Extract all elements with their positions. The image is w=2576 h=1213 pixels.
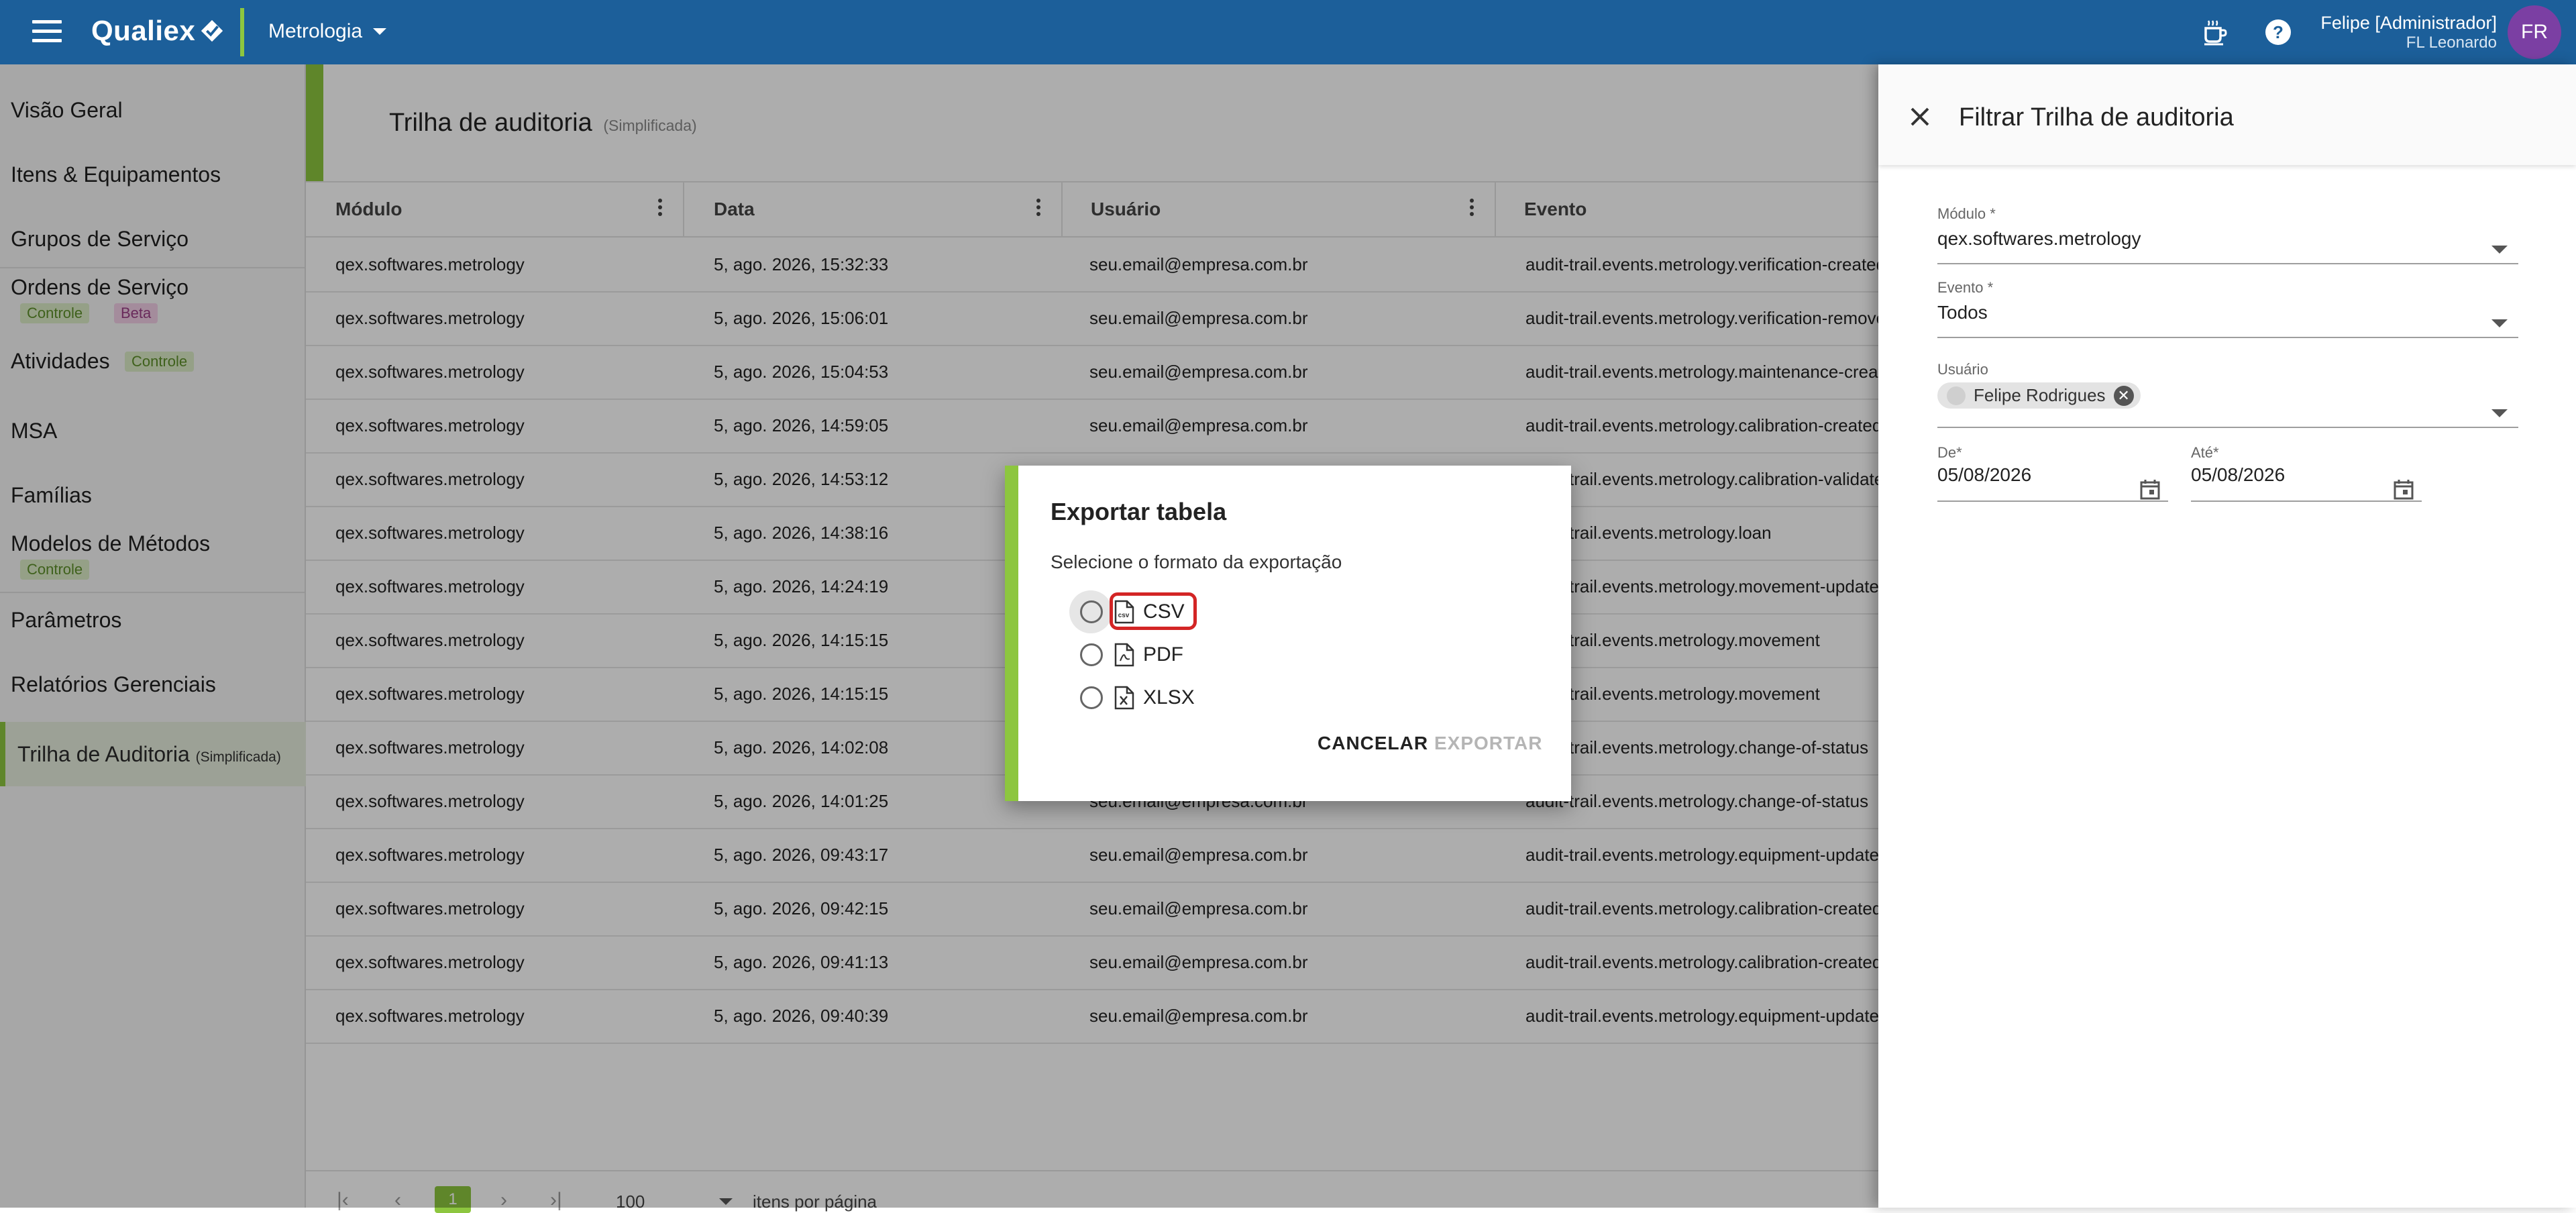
user-chip-label: Felipe Rodrigues bbox=[1974, 385, 2106, 405]
chip-remove-icon[interactable]: ✕ bbox=[2113, 385, 2134, 406]
svg-text:?: ? bbox=[2273, 22, 2284, 42]
chevron-down-icon bbox=[2491, 319, 2508, 327]
dialog-accent-bar bbox=[1005, 466, 1018, 801]
export-dialog: Exportar tabela Selecione o formato da e… bbox=[1005, 466, 1571, 801]
brand-divider bbox=[240, 8, 244, 56]
chevron-down-icon bbox=[2491, 409, 2508, 417]
pdf-radio[interactable] bbox=[1080, 643, 1103, 666]
calendar-icon[interactable] bbox=[2392, 478, 2415, 500]
date-to-label: Até* bbox=[2191, 444, 2219, 461]
export-button[interactable]: EXPORTAR bbox=[1434, 733, 1543, 754]
user-name: Felipe [Administrador] bbox=[2320, 13, 2497, 33]
brand-logo[interactable]: Qualiex bbox=[91, 15, 225, 47]
chip-avatar bbox=[1947, 386, 1966, 405]
date-from-label: De* bbox=[1937, 444, 1962, 461]
user-field-label: Usuário bbox=[1937, 361, 1988, 378]
date-from-field[interactable]: De* 05/08/2026 bbox=[1937, 444, 2168, 505]
xlsx-file-icon bbox=[1114, 686, 1134, 710]
filter-panel: Filtrar Trilha de auditoria Módulo * qex… bbox=[1878, 64, 2576, 1208]
user-company: FL Leonardo bbox=[2406, 34, 2497, 52]
close-icon[interactable] bbox=[1908, 105, 1932, 129]
date-from-value: 05/08/2026 bbox=[1937, 464, 2032, 485]
help-icon[interactable]: ? bbox=[2263, 17, 2293, 47]
event-field-label: Evento * bbox=[1937, 279, 1994, 296]
filter-panel-title: Filtrar Trilha de auditoria bbox=[1959, 103, 2234, 131]
field-underline bbox=[1937, 500, 2168, 502]
field-underline bbox=[1937, 427, 2518, 428]
menu-icon[interactable] bbox=[32, 20, 62, 44]
date-to-field[interactable]: Até* 05/08/2026 bbox=[2191, 444, 2422, 505]
module-selector[interactable]: Metrologia bbox=[268, 20, 387, 43]
top-bar: Qualiex Metrologia ? Felipe [Administrad… bbox=[0, 0, 2576, 64]
date-to-value: 05/08/2026 bbox=[2191, 464, 2286, 485]
xlsx-radio[interactable] bbox=[1080, 686, 1103, 709]
module-selector-label: Metrologia bbox=[268, 20, 363, 42]
field-underline bbox=[2191, 500, 2422, 502]
csv-radio[interactable] bbox=[1080, 600, 1103, 623]
csv-file-icon: csv bbox=[1114, 600, 1134, 624]
coffee-icon[interactable] bbox=[2200, 17, 2230, 47]
export-option-csv[interactable]: csv CSV bbox=[1069, 590, 1185, 633]
user-chip[interactable]: Felipe Rodrigues ✕ bbox=[1937, 382, 2141, 409]
pdf-file-icon bbox=[1114, 643, 1134, 667]
svg-text:csv: csv bbox=[1118, 612, 1130, 619]
module-field-value: qex.softwares.metrology bbox=[1937, 228, 2141, 249]
module-field-label: Módulo * bbox=[1937, 205, 1996, 222]
filter-panel-header: Filtrar Trilha de auditoria bbox=[1878, 64, 2576, 165]
xlsx-option-label: XLSX bbox=[1143, 686, 1195, 708]
dialog-title: Exportar tabela bbox=[1051, 498, 1227, 525]
field-underline bbox=[1937, 263, 2518, 264]
module-field[interactable]: Módulo * qex.softwares.metrology bbox=[1937, 205, 2518, 266]
cancel-button[interactable]: CANCELAR bbox=[1318, 733, 1428, 754]
brand-name: Qualiex bbox=[91, 15, 196, 46]
user-info[interactable]: Felipe [Administrador] FL Leonardo bbox=[2320, 13, 2497, 52]
export-option-xlsx[interactable]: XLSX bbox=[1073, 678, 1195, 718]
avatar[interactable]: FR bbox=[2508, 5, 2561, 59]
event-field[interactable]: Evento * Todos bbox=[1937, 279, 2518, 339]
pdf-option-label: PDF bbox=[1143, 643, 1183, 666]
user-field[interactable]: Usuário Felipe Rodrigues ✕ bbox=[1937, 361, 2518, 428]
modal-backdrop[interactable] bbox=[0, 64, 1878, 1208]
chevron-down-icon bbox=[373, 28, 387, 35]
csv-option-label: CSV bbox=[1143, 600, 1185, 623]
dialog-subtitle: Selecione o formato da exportação bbox=[1051, 551, 1342, 572]
calendar-icon[interactable] bbox=[2139, 478, 2161, 500]
brand-mark-icon bbox=[201, 19, 223, 42]
chevron-down-icon bbox=[2491, 246, 2508, 254]
event-field-value: Todos bbox=[1937, 302, 1988, 323]
field-underline bbox=[1937, 337, 2518, 338]
export-option-pdf[interactable]: PDF bbox=[1073, 635, 1183, 675]
